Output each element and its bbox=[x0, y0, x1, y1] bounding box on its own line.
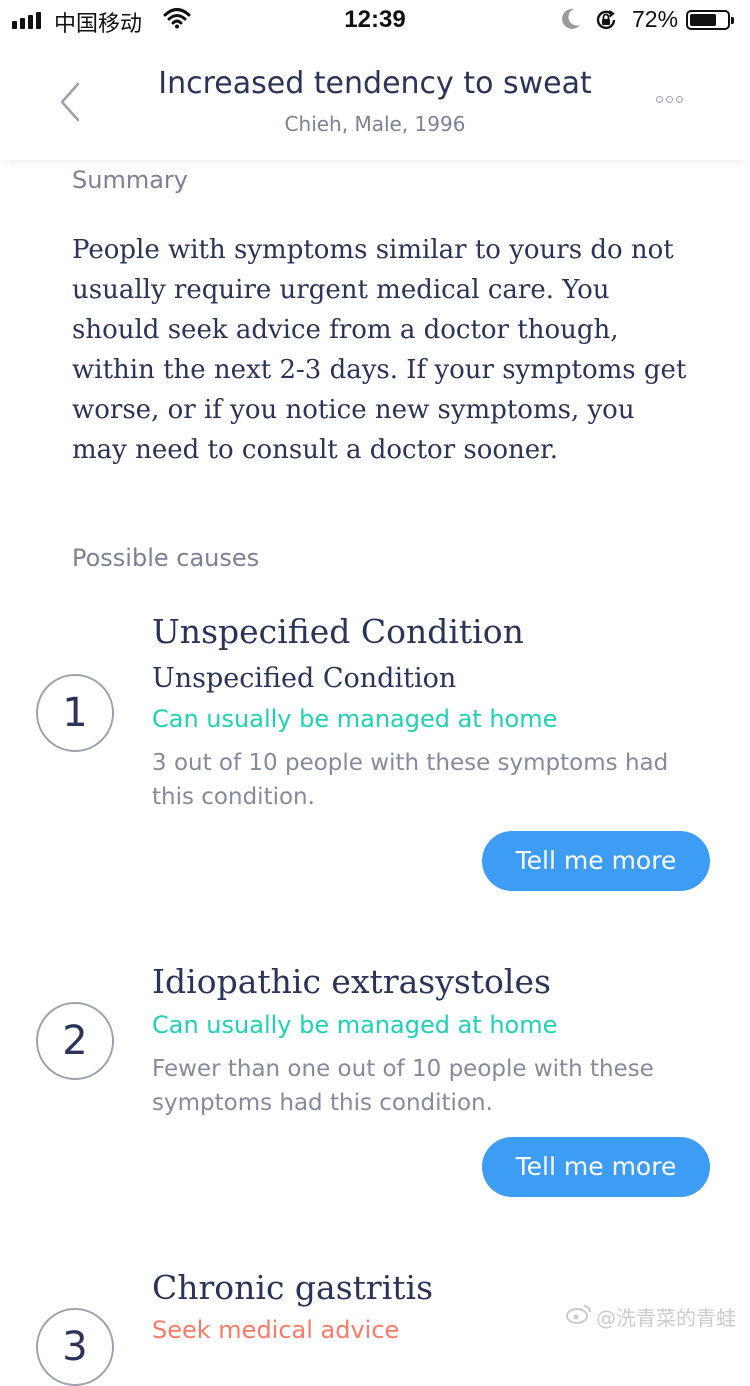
status-bar: 中国移动 12:39 72% bbox=[0, 0, 750, 40]
cause-title: Idiopathic extrasystoles bbox=[152, 962, 551, 1001]
cause-subtitle: Unspecified Condition bbox=[152, 663, 457, 694]
battery-percent: 72% bbox=[632, 6, 679, 32]
battery-icon bbox=[686, 10, 734, 30]
page-title: Increased tendency to sweat bbox=[158, 66, 592, 101]
cause-title: Unspecified Condition bbox=[152, 612, 524, 651]
page-subtitle: Chieh, Male, 1996 bbox=[284, 112, 466, 136]
nav-bar: Increased tendency to sweat Chieh, Male,… bbox=[0, 40, 750, 160]
rotation-lock-icon bbox=[593, 7, 619, 40]
cause-number-badge: 2 bbox=[36, 1002, 114, 1080]
cause-number-badge: 1 bbox=[36, 674, 114, 752]
cause-triage-label: Can usually be managed at home bbox=[152, 705, 558, 733]
cause-title: Chronic gastritis bbox=[152, 1268, 433, 1307]
tell-me-more-button[interactable]: Tell me more bbox=[482, 1137, 710, 1197]
summary-label: Summary bbox=[72, 166, 188, 194]
more-icon[interactable] bbox=[656, 96, 683, 103]
summary-text: People with symptoms similar to yours do… bbox=[72, 235, 687, 465]
possible-causes-label: Possible causes bbox=[72, 544, 260, 572]
cause-triage-label: Can usually be managed at home bbox=[152, 1011, 558, 1039]
watermark-text: @洗青菜的青蛙 bbox=[596, 1306, 736, 1330]
cause-triage-label: Seek medical advice bbox=[152, 1316, 400, 1344]
cause-number-badge: 3 bbox=[36, 1308, 114, 1386]
watermark: @洗青菜的青蛙 bbox=[566, 1302, 736, 1331]
chevron-left-icon[interactable] bbox=[58, 82, 82, 126]
cause-description: 3 out of 10 people with these symptoms h… bbox=[152, 750, 669, 810]
cause-description: Fewer than one out of 10 people with the… bbox=[152, 1056, 654, 1116]
weibo-icon bbox=[566, 1304, 592, 1329]
tell-me-more-button[interactable]: Tell me more bbox=[482, 831, 710, 891]
moon-icon bbox=[560, 6, 582, 39]
